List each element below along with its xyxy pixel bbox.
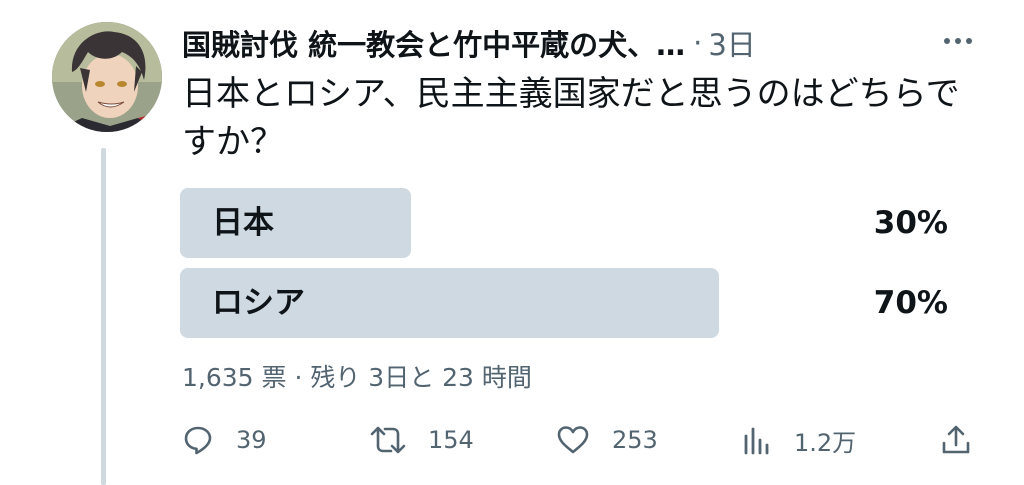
views-button[interactable]: 1.2万 bbox=[742, 418, 856, 462]
poll-option-label: ロシア bbox=[212, 285, 305, 321]
action-bar: 39 154 253 1.2万 bbox=[182, 418, 982, 462]
separator-dot: · bbox=[693, 26, 703, 60]
avatar[interactable] bbox=[52, 22, 162, 132]
share-icon bbox=[942, 425, 970, 454]
retweet-count: 154 bbox=[428, 426, 474, 454]
poll-option-percent: 70% bbox=[873, 285, 948, 321]
reply-button[interactable]: 39 bbox=[182, 418, 267, 462]
more-icon bbox=[944, 38, 972, 44]
poll-option-label: 日本 bbox=[212, 205, 274, 241]
tweet-text: 日本とロシア、民主主義国家だと思うのはどちらですか？ bbox=[182, 74, 960, 162]
retweet-button[interactable]: 154 bbox=[370, 418, 474, 462]
like-count: 253 bbox=[612, 426, 658, 454]
views-count: 1.2万 bbox=[794, 428, 857, 457]
poll-option-percent: 30% bbox=[873, 205, 948, 241]
views-icon bbox=[744, 427, 769, 455]
retweet-icon bbox=[370, 426, 406, 454]
tweet-header: 国賊討伐 統一教会と竹中平蔵の犬、… · 3日 bbox=[182, 22, 982, 64]
avatar-image bbox=[52, 22, 162, 132]
thread-line bbox=[101, 148, 106, 485]
more-options-button[interactable] bbox=[940, 26, 976, 56]
poll-option: ロシア 70% bbox=[180, 268, 950, 338]
share-button[interactable] bbox=[940, 418, 972, 462]
heart-icon bbox=[557, 426, 589, 454]
tweet-time[interactable]: 3日 bbox=[708, 22, 755, 64]
poll-option: 日本 30% bbox=[180, 188, 950, 258]
reply-count: 39 bbox=[236, 426, 267, 454]
poll-summary: 1,635 票 · 残り 3日と 23 時間 bbox=[182, 363, 532, 392]
author-name[interactable]: 国賊討伐 統一教会と竹中平蔵の犬、… bbox=[182, 22, 685, 64]
reply-icon bbox=[184, 426, 212, 455]
like-button[interactable]: 253 bbox=[556, 418, 658, 462]
